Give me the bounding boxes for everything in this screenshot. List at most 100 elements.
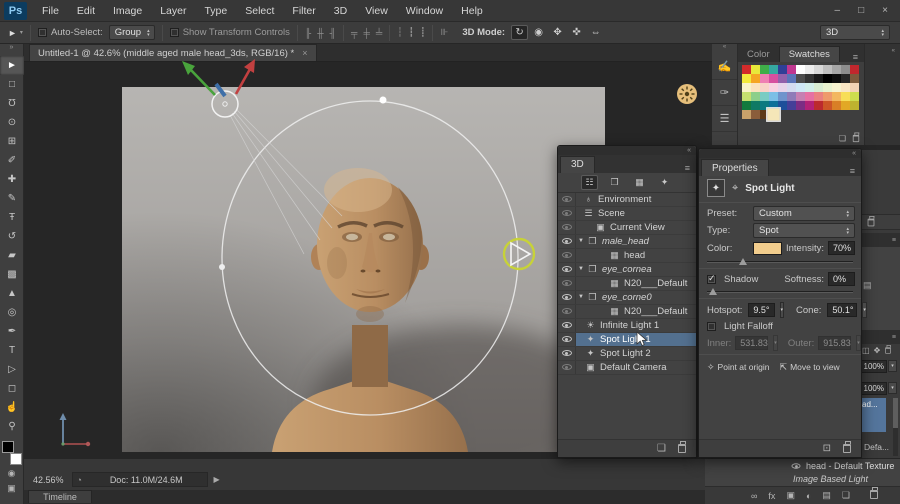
- swatch[interactable]: [742, 74, 751, 83]
- tab-swatches[interactable]: Swatches: [779, 46, 840, 62]
- filter-meshes-icon[interactable]: ❒: [606, 175, 623, 190]
- workspace-dropdown[interactable]: 3D: [820, 25, 890, 40]
- orbit-3d-mode-icon[interactable]: ↻: [511, 25, 528, 40]
- swatch[interactable]: [823, 65, 832, 74]
- swatch[interactable]: [751, 92, 760, 101]
- visibility-toggle[interactable]: [558, 319, 576, 332]
- swatch[interactable]: [796, 74, 805, 83]
- window-control-icon[interactable]: □: [858, 5, 864, 16]
- preset-dropdown[interactable]: Custom: [753, 206, 855, 221]
- swatch[interactable]: [850, 83, 859, 92]
- swatch[interactable]: [742, 92, 751, 101]
- visibility-toggle[interactable]: [558, 291, 576, 304]
- fill-field[interactable]: 100%: [860, 380, 900, 396]
- swatch[interactable]: [805, 101, 814, 110]
- scene-item-scene[interactable]: ☰ Scene: [558, 207, 696, 221]
- swatch[interactable]: [751, 110, 760, 119]
- menu-item[interactable]: Select: [236, 5, 283, 17]
- swatch[interactable]: [796, 65, 805, 74]
- visibility-toggle[interactable]: [558, 235, 576, 248]
- menu-item[interactable]: Layer: [151, 5, 195, 17]
- swatch[interactable]: [787, 74, 796, 83]
- cone-field[interactable]: 50.1°: [827, 303, 857, 317]
- filter-whole-scene-icon[interactable]: ☷: [581, 175, 598, 190]
- tab-properties[interactable]: Properties: [701, 159, 769, 176]
- menu-item[interactable]: Help: [452, 5, 492, 17]
- healing-brush-tool[interactable]: ✚: [0, 170, 24, 189]
- swatch[interactable]: [841, 65, 850, 74]
- path-selection-tool[interactable]: ▷: [0, 360, 24, 379]
- tab-color[interactable]: Color: [738, 47, 779, 62]
- menu-item[interactable]: View: [356, 5, 397, 17]
- swatch[interactable]: [850, 101, 859, 110]
- inner-field[interactable]: 531.83: [735, 336, 768, 350]
- scene-item-environment[interactable]: ♁ Environment: [558, 193, 696, 207]
- marquee-tool[interactable]: □: [0, 75, 24, 94]
- swatch[interactable]: [805, 92, 814, 101]
- zoom-tool[interactable]: ⚲: [0, 417, 24, 436]
- swatch[interactable]: [841, 74, 850, 83]
- swatch[interactable]: [796, 83, 805, 92]
- background-color-chip[interactable]: [10, 453, 22, 465]
- swatch[interactable]: [778, 83, 787, 92]
- blur-tool[interactable]: ▲: [0, 284, 24, 303]
- visibility-toggle[interactable]: [558, 361, 576, 374]
- show-transform-checkbox[interactable]: [170, 28, 179, 37]
- expand-arrow-icon[interactable]: ▼: [578, 266, 586, 272]
- swatch[interactable]: [805, 83, 814, 92]
- slide-3d-mode-icon[interactable]: ✜: [568, 25, 585, 40]
- swatch[interactable]: [742, 101, 751, 110]
- window-control-icon[interactable]: ×: [882, 5, 888, 16]
- swatch[interactable]: [767, 108, 779, 120]
- scene-item-male-head[interactable]: ▼ ❒ male_head: [558, 235, 696, 249]
- swatch[interactable]: [769, 83, 778, 92]
- crop-tool[interactable]: ⊞: [0, 132, 24, 151]
- scale-3d-mode-icon[interactable]: ⇔: [587, 25, 604, 40]
- selected-layer-row[interactable]: ad...: [860, 398, 886, 432]
- align-icon[interactable]: ╫: [317, 28, 323, 38]
- visibility-toggle[interactable]: [558, 207, 576, 220]
- dodge-tool[interactable]: ◎: [0, 303, 24, 322]
- brush-presets-panel-icon[interactable]: ✑: [712, 80, 737, 106]
- swatch[interactable]: [814, 92, 823, 101]
- point-at-origin-button[interactable]: ✧ Point at origin: [707, 362, 770, 373]
- move-tool[interactable]: ►: [0, 56, 24, 75]
- swatch[interactable]: [769, 65, 778, 74]
- align-icon[interactable]: ╟: [305, 28, 311, 38]
- tools-overflow-icon[interactable]: »: [10, 44, 14, 56]
- swatch[interactable]: [832, 101, 841, 110]
- visibility-toggle[interactable]: [558, 277, 576, 290]
- swatch[interactable]: [760, 92, 769, 101]
- swatch[interactable]: [760, 74, 769, 83]
- scene-item-eye-cornea[interactable]: ▼ ❒ eye_cornea: [558, 263, 696, 277]
- softness-field[interactable]: 0%: [828, 272, 855, 286]
- layer-effects-icon[interactable]: fx: [768, 491, 775, 501]
- light-type-dropdown[interactable]: Spot: [753, 223, 855, 238]
- lock-icon[interactable]: ✥: [874, 346, 881, 355]
- swatch[interactable]: [787, 83, 796, 92]
- texture-layer-row[interactable]: head - Default Texture: [705, 459, 900, 472]
- notes-panel-icon[interactable]: ✍: [712, 54, 737, 80]
- align-icon[interactable]: ╧: [376, 28, 382, 38]
- zoom-level-field[interactable]: 42.56%: [33, 475, 64, 485]
- trash-icon[interactable]: [868, 218, 875, 226]
- softness-slider[interactable]: [707, 287, 853, 296]
- expand-arrow-icon[interactable]: ▼: [578, 294, 586, 300]
- menu-item[interactable]: File: [33, 5, 68, 17]
- auto-select-checkbox[interactable]: [38, 28, 47, 37]
- status-menu-arrow-icon[interactable]: ▶: [214, 475, 220, 484]
- stepper-icon[interactable]: [862, 302, 867, 318]
- spot-light-type-icon[interactable]: ✦: [707, 179, 725, 197]
- lasso-tool[interactable]: Ʊ: [0, 94, 24, 113]
- layer-row-partial[interactable]: Defa...: [860, 442, 900, 452]
- swatch[interactable]: [814, 65, 823, 74]
- collapse-panel-icon[interactable]: «: [687, 147, 691, 154]
- visibility-toggle[interactable]: [558, 263, 576, 276]
- swatch[interactable]: [823, 83, 832, 92]
- opacity-field[interactable]: 100%: [860, 358, 900, 374]
- type-tool[interactable]: T: [0, 341, 24, 360]
- swatch[interactable]: [742, 65, 751, 74]
- dropdown-arrow-icon[interactable]: [888, 360, 897, 372]
- swatch[interactable]: [832, 83, 841, 92]
- shadow-checkbox[interactable]: [707, 275, 716, 284]
